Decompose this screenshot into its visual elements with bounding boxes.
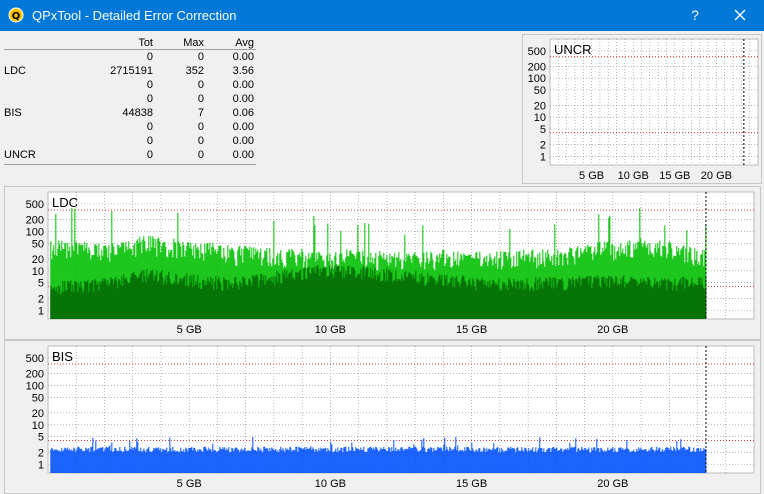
- x-tick-label: 10 GB: [315, 324, 346, 336]
- y-tick-label: 500: [26, 353, 44, 365]
- chart-title: LDC: [52, 195, 78, 210]
- stats-label: UNCR: [4, 149, 36, 161]
- uncr-panel: 500 200 100 50 20 10 5 2 1 5 GB 10 GB 15 GB 20 GB UNC…: [522, 34, 762, 184]
- stats-max: 0: [197, 149, 204, 161]
- y-tick-label: 2: [540, 140, 546, 152]
- stats-tot: 0: [146, 51, 153, 63]
- y-tick-label: 10: [534, 112, 546, 124]
- stats-header-row: Tot Max Avg: [4, 36, 256, 50]
- y-tick-label: 200: [26, 215, 44, 227]
- stats-label: BIS: [4, 107, 22, 119]
- stats-tot: 0: [146, 149, 153, 161]
- stats-row: LDC 2715191 352 3.56: [4, 64, 256, 78]
- stats-avg: 0.06: [232, 107, 254, 119]
- stats-tot: 2715191: [110, 65, 153, 77]
- y-tick-label: 20: [534, 100, 546, 112]
- stats-tot: 44838: [122, 107, 153, 119]
- stats-avg: 3.56: [232, 65, 254, 77]
- title-bar: Q QPxTool - Detailed Error Correction ?: [0, 0, 764, 31]
- stats-header-avg: Avg: [235, 37, 254, 49]
- qpxtool-logo-icon: Q: [8, 7, 24, 23]
- chart-title: BIS: [52, 349, 73, 364]
- y-tick-label: 1: [38, 305, 44, 317]
- ldc-chart: 500 200 100 50 20 10 5 2 1 5 GB 10 GB 15 GB 20 GB LDC: [5, 187, 760, 339]
- stats-tot: 0: [146, 79, 153, 91]
- stats-tot: 0: [146, 93, 153, 105]
- stats-avg: 0.00: [232, 121, 254, 133]
- stats-row: 0 0 0.00: [4, 92, 256, 106]
- x-tick-label: 20 GB: [597, 324, 628, 336]
- y-tick-label: 500: [528, 46, 546, 58]
- stats-max: 0: [197, 121, 204, 133]
- y-tick-label: 10: [32, 266, 44, 278]
- y-tick-label: 10: [32, 420, 44, 432]
- stats-bottom-divider: [4, 164, 256, 165]
- chart-title: UNCR: [554, 42, 592, 57]
- chart-svg: 5002001005020105215 GB 10 GB 15 GB 20 GBUNC…: [528, 38, 759, 182]
- window-title: QPxTool - Detailed Error Correction: [32, 8, 237, 23]
- x-tick-label: 5 GB: [177, 324, 202, 336]
- ldc-panel: 500 200 100 50 20 10 5 2 1 5 GB 10 GB 15 GB 20 GB LDC: [4, 186, 761, 340]
- stats-header-max: Max: [183, 37, 204, 49]
- stats-avg: 0.00: [232, 149, 254, 161]
- stats-max: 0: [197, 135, 204, 147]
- stats-max: 0: [197, 51, 204, 63]
- stats-header-tot: Tot: [138, 37, 153, 49]
- y-tick-label: 1: [38, 459, 44, 471]
- stats-row: UNCR 0 0 0.00: [4, 148, 256, 162]
- stats-max: 352: [185, 65, 204, 77]
- y-tick-label: 5: [540, 124, 546, 136]
- stats-max: 7: [197, 107, 204, 119]
- bis-panel: 500 200 100 50 20 10 5 2 1 5 GB 10 GB 15 GB 20 GB BIS: [4, 340, 761, 494]
- stats-row: 0 0 0.00: [4, 78, 256, 92]
- stats-tot: 0: [146, 135, 153, 147]
- stats-label: LDC: [4, 65, 27, 77]
- x-tick-label: 5 GB: [579, 170, 604, 182]
- x-tick-label: 10 GB: [618, 170, 649, 182]
- x-tick-label: 15 GB: [659, 170, 690, 182]
- y-tick-label: 500: [26, 199, 44, 211]
- y-tick-label: 5: [38, 278, 44, 290]
- y-tick-label: 100: [26, 380, 44, 392]
- uncr-chart: 500 200 100 50 20 10 5 2 1 5 GB 10 GB 15 GB 20 GB UNC…: [523, 35, 761, 183]
- x-tick-label: 20 GB: [701, 170, 732, 182]
- stats-row: 0 0 0.00: [4, 50, 256, 64]
- plot-area: [549, 38, 759, 166]
- stats-avg: 0.00: [232, 79, 254, 91]
- y-tick-label: 20: [32, 408, 44, 420]
- y-tick-label: 200: [26, 369, 44, 381]
- y-tick-label: 50: [32, 238, 44, 250]
- y-tick-label: 100: [528, 73, 546, 85]
- stats-table: Tot Max Avg 0 0 0.00 LDC 2715191 352 3.56 0 0 0.0…: [4, 36, 256, 165]
- x-tick-label: 15 GB: [456, 324, 487, 336]
- x-tick-label: 15 GB: [456, 478, 487, 490]
- y-tick-label: 100: [26, 226, 44, 238]
- y-tick-label: 50: [534, 85, 546, 97]
- stats-avg: 0.00: [232, 93, 254, 105]
- x-tick-label: 5 GB: [177, 478, 202, 490]
- chart-svg: 5002001005020105215 GB 10 GB 15 GB 20 GBBIS: [26, 345, 755, 490]
- stats-tot: 0: [146, 121, 153, 133]
- stats-row: 0 0 0.00: [4, 120, 256, 134]
- y-tick-label: 2: [38, 293, 44, 305]
- svg-text:Q: Q: [12, 11, 21, 22]
- y-tick-label: 20: [32, 254, 44, 266]
- y-tick-label: 50: [32, 392, 44, 404]
- close-icon[interactable]: [726, 4, 754, 26]
- y-tick-label: 200: [528, 61, 546, 73]
- chart-svg: 5002001005020105215 GB 10 GB 15 GB 20 GBLDC: [26, 191, 755, 336]
- stats-max: 0: [197, 79, 204, 91]
- x-tick-label: 10 GB: [315, 478, 346, 490]
- stats-row: BIS 44838 7 0.06: [4, 106, 256, 120]
- stats-row: 0 0 0.00: [4, 134, 256, 148]
- bis-chart: 500 200 100 50 20 10 5 2 1 5 GB 10 GB 15 GB 20 GB BIS: [5, 341, 760, 493]
- y-tick-label: 5: [38, 432, 44, 444]
- stats-avg: 0.00: [232, 51, 254, 63]
- y-tick-label: 1: [540, 151, 546, 163]
- help-button[interactable]: ?: [681, 4, 709, 26]
- stats-avg: 0.00: [232, 135, 254, 147]
- x-tick-label: 20 GB: [597, 478, 628, 490]
- y-tick-label: 2: [38, 447, 44, 459]
- stats-max: 0: [197, 93, 204, 105]
